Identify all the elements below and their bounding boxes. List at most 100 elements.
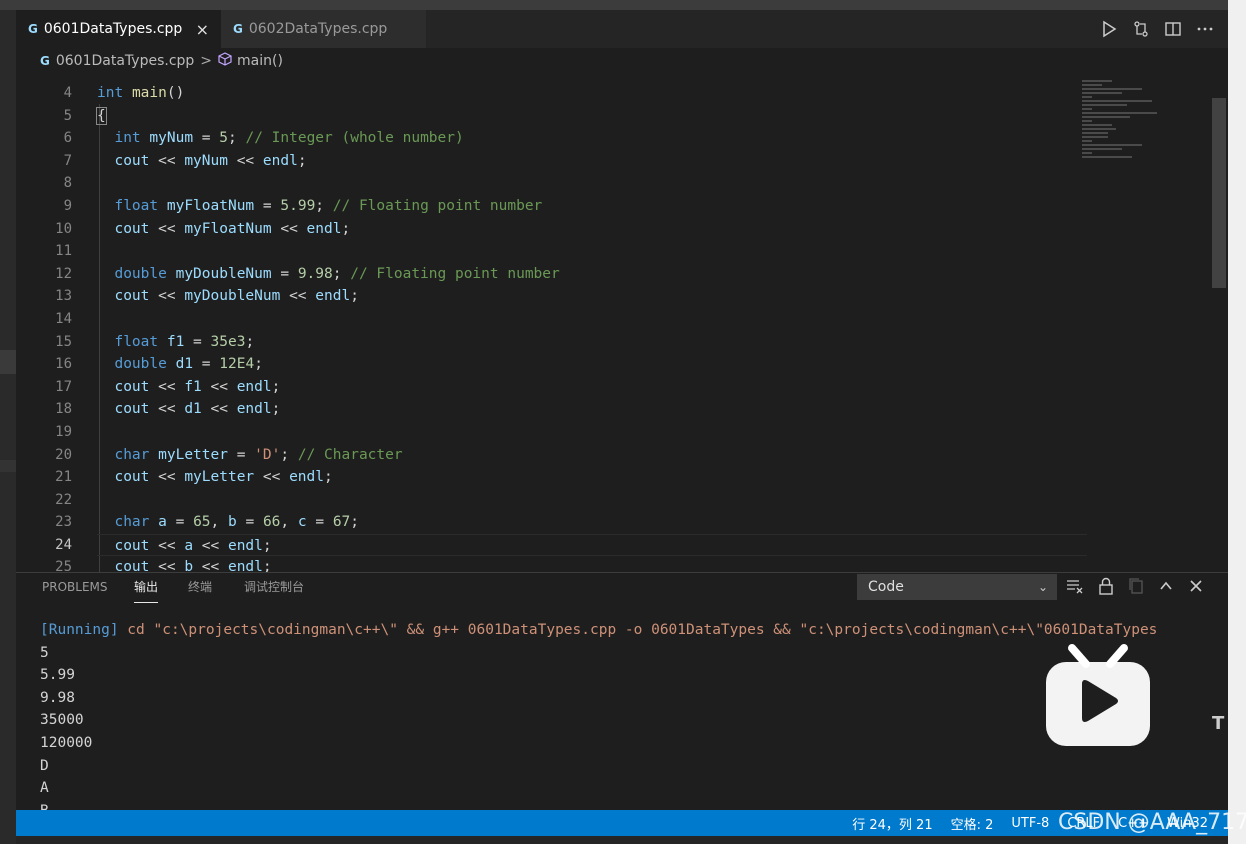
output-line: A <box>40 780 49 797</box>
panel-tabs: PROBLEMS 输出 终端 调试控制台 Code ⌄ <box>16 573 1228 603</box>
code-line[interactable]: double d1 = 12E4; <box>97 353 1087 376</box>
line-number: 5 <box>63 107 72 124</box>
code-line[interactable]: char myLetter = 'D'; // Character <box>97 444 1087 467</box>
editor-actions <box>1100 10 1214 48</box>
line-number-current: 24 <box>55 536 72 553</box>
editor-scrollbar-thumb[interactable] <box>1212 98 1226 288</box>
bottom-strip <box>16 836 1228 844</box>
run-icon[interactable] <box>1100 20 1118 38</box>
line-number: 15 <box>55 333 72 350</box>
status-indentation[interactable]: 空格: 2 <box>951 814 994 833</box>
code-line[interactable]: int main() <box>97 82 1087 105</box>
code-line[interactable]: float myFloatNum = 5.99; // Floating poi… <box>97 195 1087 218</box>
cpp-file-icon: G <box>28 22 38 36</box>
code-line[interactable]: { <box>96 105 1087 128</box>
line-number: 12 <box>55 265 72 282</box>
compare-changes-icon[interactable] <box>1132 20 1150 38</box>
code-line[interactable] <box>97 489 1087 512</box>
maximize-panel-icon[interactable] <box>1158 578 1174 598</box>
copy-icon[interactable] <box>1128 577 1144 599</box>
line-number: 16 <box>55 356 72 373</box>
code-lines[interactable]: int main(){ int myNum = 5; // Integer (w… <box>96 82 1087 572</box>
tab-debug-console[interactable]: 调试控制台 <box>244 573 304 603</box>
breadcrumb-file[interactable]: 0601DataTypes.cpp <box>56 53 194 69</box>
code-editor[interactable]: 4 5 6 7 8 9 10 11 12 13 14 15 16 17 18 1… <box>16 74 1228 572</box>
line-number: 19 <box>55 423 72 440</box>
panel-actions <box>1066 573 1204 603</box>
code-line[interactable] <box>97 308 1087 331</box>
line-number: 11 <box>55 243 72 260</box>
code-line[interactable]: cout << f1 << endl; <box>97 376 1087 399</box>
status-cursor-position[interactable]: 行 24，列 21 <box>852 814 932 833</box>
breadcrumb: G 0601DataTypes.cpp > main() <box>16 48 1228 74</box>
line-number: 22 <box>55 491 72 508</box>
code-line[interactable]: cout << d1 << endl; <box>97 398 1087 421</box>
activity-bar-edge <box>0 10 16 844</box>
line-number: 25 <box>55 559 72 572</box>
tab-problems[interactable]: PROBLEMS <box>42 573 108 603</box>
code-line[interactable]: double myDoubleNum = 9.98; // Floating p… <box>97 263 1087 286</box>
editor-tab-bar: G 0601DataTypes.cpp × G 0602DataTypes.cp… <box>16 10 1228 48</box>
line-number: 8 <box>63 175 72 192</box>
csdn-watermark: CSDN @AAA_717 <box>1058 810 1246 835</box>
code-line[interactable] <box>97 240 1087 263</box>
cpp-file-icon: G <box>40 54 50 68</box>
code-line[interactable]: cout << myLetter << endl; <box>97 466 1087 489</box>
line-number: 6 <box>63 130 72 147</box>
window-top-strip <box>0 0 1246 10</box>
close-panel-icon[interactable] <box>1188 578 1204 598</box>
status-bar: 行 24，列 21 空格: 2 UTF-8 CRLF C++ Win32 <box>16 810 1228 836</box>
code-line[interactable]: cout << myFloatNum << endl; <box>97 218 1087 241</box>
tab-label: 0601DataTypes.cpp <box>43 21 183 37</box>
line-number: 18 <box>55 401 72 418</box>
tab-output[interactable]: 输出 <box>134 573 159 603</box>
breadcrumb-separator: > <box>200 53 213 69</box>
code-line[interactable]: int myNum = 5; // Integer (whole number) <box>97 127 1087 150</box>
activity-bar-active-marker <box>0 350 16 374</box>
code-line[interactable]: float f1 = 35e3; <box>97 331 1087 354</box>
line-number: 17 <box>55 378 72 395</box>
line-number: 7 <box>63 152 72 169</box>
code-line-current[interactable]: cout << a << endl; <box>97 533 1087 557</box>
cpp-file-icon: G <box>233 22 243 36</box>
screen-right-edge <box>1228 0 1246 844</box>
tab-label: 0602DataTypes.cpp <box>248 21 388 37</box>
clear-output-icon[interactable] <box>1066 578 1084 598</box>
line-number: 23 <box>55 514 72 531</box>
line-number: 9 <box>63 197 72 214</box>
line-number: 20 <box>55 446 72 463</box>
code-line[interactable]: cout << b << endl; <box>97 556 1087 572</box>
close-icon[interactable]: × <box>196 20 209 39</box>
code-line[interactable]: cout << myNum << endl; <box>97 150 1087 173</box>
running-tag: [Running] <box>40 622 119 638</box>
output-command-line: [Running] cd "c:\projects\codingman\c++\… <box>40 619 1220 642</box>
line-number: 13 <box>55 288 72 305</box>
lock-icon[interactable] <box>1098 577 1114 599</box>
minimap[interactable] <box>1082 80 1212 170</box>
code-line[interactable]: cout << myDoubleNum << endl; <box>97 285 1087 308</box>
panel-scrollbar-thumb[interactable]: T <box>1212 713 1226 734</box>
output-command: cd "c:\projects\codingman\c++\" && g++ 0… <box>118 622 1158 638</box>
code-line[interactable]: char a = 65, b = 66, c = 67; <box>97 511 1087 534</box>
video-play-logo <box>1042 640 1154 750</box>
line-number: 14 <box>55 310 72 327</box>
activity-bar-divider <box>0 460 16 472</box>
status-encoding[interactable]: UTF-8 <box>1011 816 1049 831</box>
chevron-down-icon: ⌄ <box>1037 580 1048 594</box>
line-number: 10 <box>55 220 72 237</box>
line-number: 4 <box>63 85 72 101</box>
output-channel-select[interactable]: Code ⌄ <box>857 574 1057 600</box>
breadcrumb-symbol[interactable]: main() <box>237 53 283 69</box>
more-actions-icon[interactable] <box>1196 20 1214 38</box>
tab-terminal[interactable]: 终端 <box>188 573 212 603</box>
tab-0601datatypes[interactable]: G 0601DataTypes.cpp × <box>16 10 221 48</box>
code-line[interactable] <box>97 172 1087 195</box>
output-channel-value: Code <box>868 579 904 595</box>
code-line[interactable] <box>97 421 1087 444</box>
line-number: 21 <box>55 469 72 486</box>
tab-0602datatypes[interactable]: G 0602DataTypes.cpp <box>221 10 426 48</box>
line-number-gutter: 4 5 6 7 8 9 10 11 12 13 14 15 16 17 18 1… <box>16 82 72 572</box>
split-editor-icon[interactable] <box>1164 20 1182 38</box>
output-line: B <box>40 800 1220 810</box>
symbol-method-icon <box>218 52 232 70</box>
